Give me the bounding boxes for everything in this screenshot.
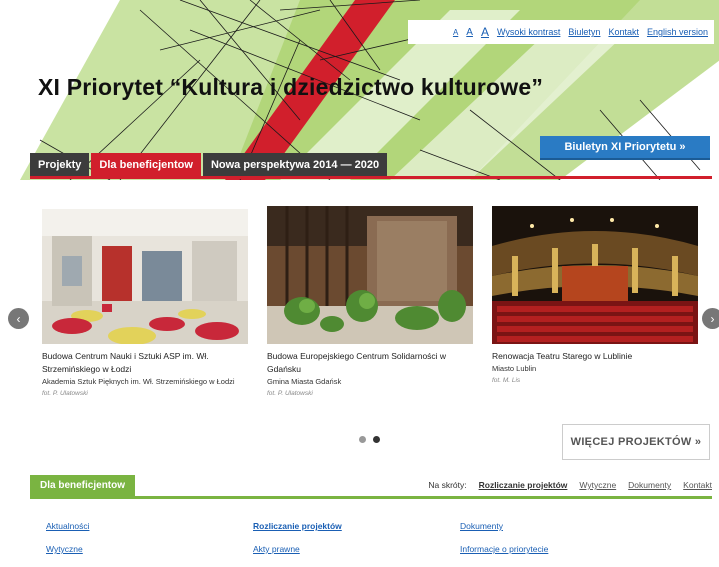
- shortcut-wytyczne[interactable]: Wytyczne: [579, 480, 616, 490]
- carousel-slide[interactable]: Budowa Europejskiego Centrum Solidarnośc…: [267, 206, 473, 397]
- slide-photo-credit: fot. P. Ulatowski: [42, 390, 88, 397]
- slide-caption[interactable]: Renowacja Teatru Starego w Lublinie: [492, 350, 698, 363]
- slide-caption[interactable]: Budowa Centrum Nauki i Sztuki ASP im. Wł…: [42, 350, 248, 376]
- font-size-small[interactable]: A: [453, 28, 458, 37]
- carousel-dot[interactable]: [359, 436, 366, 443]
- beneficiaries-heading: Dla beneficjentow: [30, 475, 136, 496]
- contact-link[interactable]: Kontakt: [608, 27, 639, 37]
- beneficiaries-bar: Dla beneficjentow Na skróty: Rozliczanie…: [30, 475, 712, 499]
- link-wytyczne[interactable]: Wytyczne: [46, 544, 83, 554]
- english-version-link[interactable]: English version: [647, 27, 708, 37]
- carousel-slide[interactable]: Renowacja Teatru Starego w Lublinie Mias…: [492, 206, 698, 384]
- font-size-medium[interactable]: A: [466, 27, 473, 38]
- slide-beneficiary: Miasto Lublin: [492, 364, 537, 373]
- slide-photo-credit: fot. M. Lis: [492, 377, 521, 384]
- link-informacje-o-priorytecie[interactable]: Informacje o priorytecie: [460, 544, 548, 554]
- link-dokumenty[interactable]: Dokumenty: [460, 521, 503, 531]
- tabs-underline: [30, 176, 712, 179]
- slide-beneficiary: Gmina Miasta Gdańsk: [267, 377, 342, 386]
- biuletyn-button[interactable]: Biuletyn XI Priorytetu »: [540, 136, 710, 160]
- bulletin-link[interactable]: Biuletyn: [568, 27, 600, 37]
- slide-caption[interactable]: Budowa Europejskiego Centrum Solidarnośc…: [267, 350, 473, 376]
- page-title: XI Priorytet “Kultura i dziedzictwo kult…: [38, 74, 544, 100]
- tab-projekty[interactable]: Projekty: [30, 153, 90, 176]
- shortcuts-label: Na skróty:: [428, 480, 467, 490]
- high-contrast-link[interactable]: Wysoki kontrast: [497, 27, 560, 37]
- more-projects-button[interactable]: WIĘCEJ PROJEKTÓW »: [562, 424, 710, 460]
- carousel-dot-active[interactable]: [373, 436, 380, 443]
- shortcuts-nav: Na skróty: Rozliczanie projektów Wytyczn…: [428, 480, 712, 490]
- carousel-prev-icon[interactable]: ‹: [8, 308, 29, 329]
- carousel-slide[interactable]: Budowa Centrum Nauki i Sztuki ASP im. Wł…: [42, 206, 248, 397]
- library-photo: [42, 206, 248, 344]
- utility-bar: A A A Wysoki kontrast Biuletyn Kontakt E…: [408, 20, 714, 44]
- link-aktualnosci[interactable]: Aktualności: [46, 521, 89, 531]
- shortcut-rozliczanie-projektow[interactable]: Rozliczanie projektów: [479, 480, 568, 490]
- shortcut-dokumenty[interactable]: Dokumenty: [628, 480, 671, 490]
- tab-nowa-perspektywa[interactable]: Nowa perspektywa 2014 — 2020: [202, 153, 388, 176]
- font-size-large[interactable]: A: [481, 25, 489, 39]
- solidarity-centre-photo: [267, 206, 473, 344]
- link-rozliczanie-projektow[interactable]: Rozliczanie projektów: [253, 521, 342, 531]
- slide-photo-credit: fot. P. Ulatowski: [267, 390, 313, 397]
- link-akty-prawne[interactable]: Akty prawne: [253, 544, 300, 554]
- tab-dla-beneficjentow[interactable]: Dla beneficjentow: [91, 153, 201, 176]
- projects-carousel: ‹ Budowa Centrum Nauki i Sztuki ASP im. …: [0, 200, 719, 443]
- theatre-photo: [492, 206, 698, 344]
- shortcut-kontakt[interactable]: Kontakt: [683, 480, 712, 490]
- slide-beneficiary: Akademia Sztuk Pięknych im. Wł. Strzemiń…: [42, 377, 235, 386]
- site-header: A A A Wysoki kontrast Biuletyn Kontakt E…: [0, 0, 719, 180]
- carousel-next-icon[interactable]: ›: [702, 308, 719, 329]
- carousel-pagination: [359, 436, 380, 443]
- main-tabs: Projekty Dla beneficjentow Nowa perspekt…: [30, 153, 388, 176]
